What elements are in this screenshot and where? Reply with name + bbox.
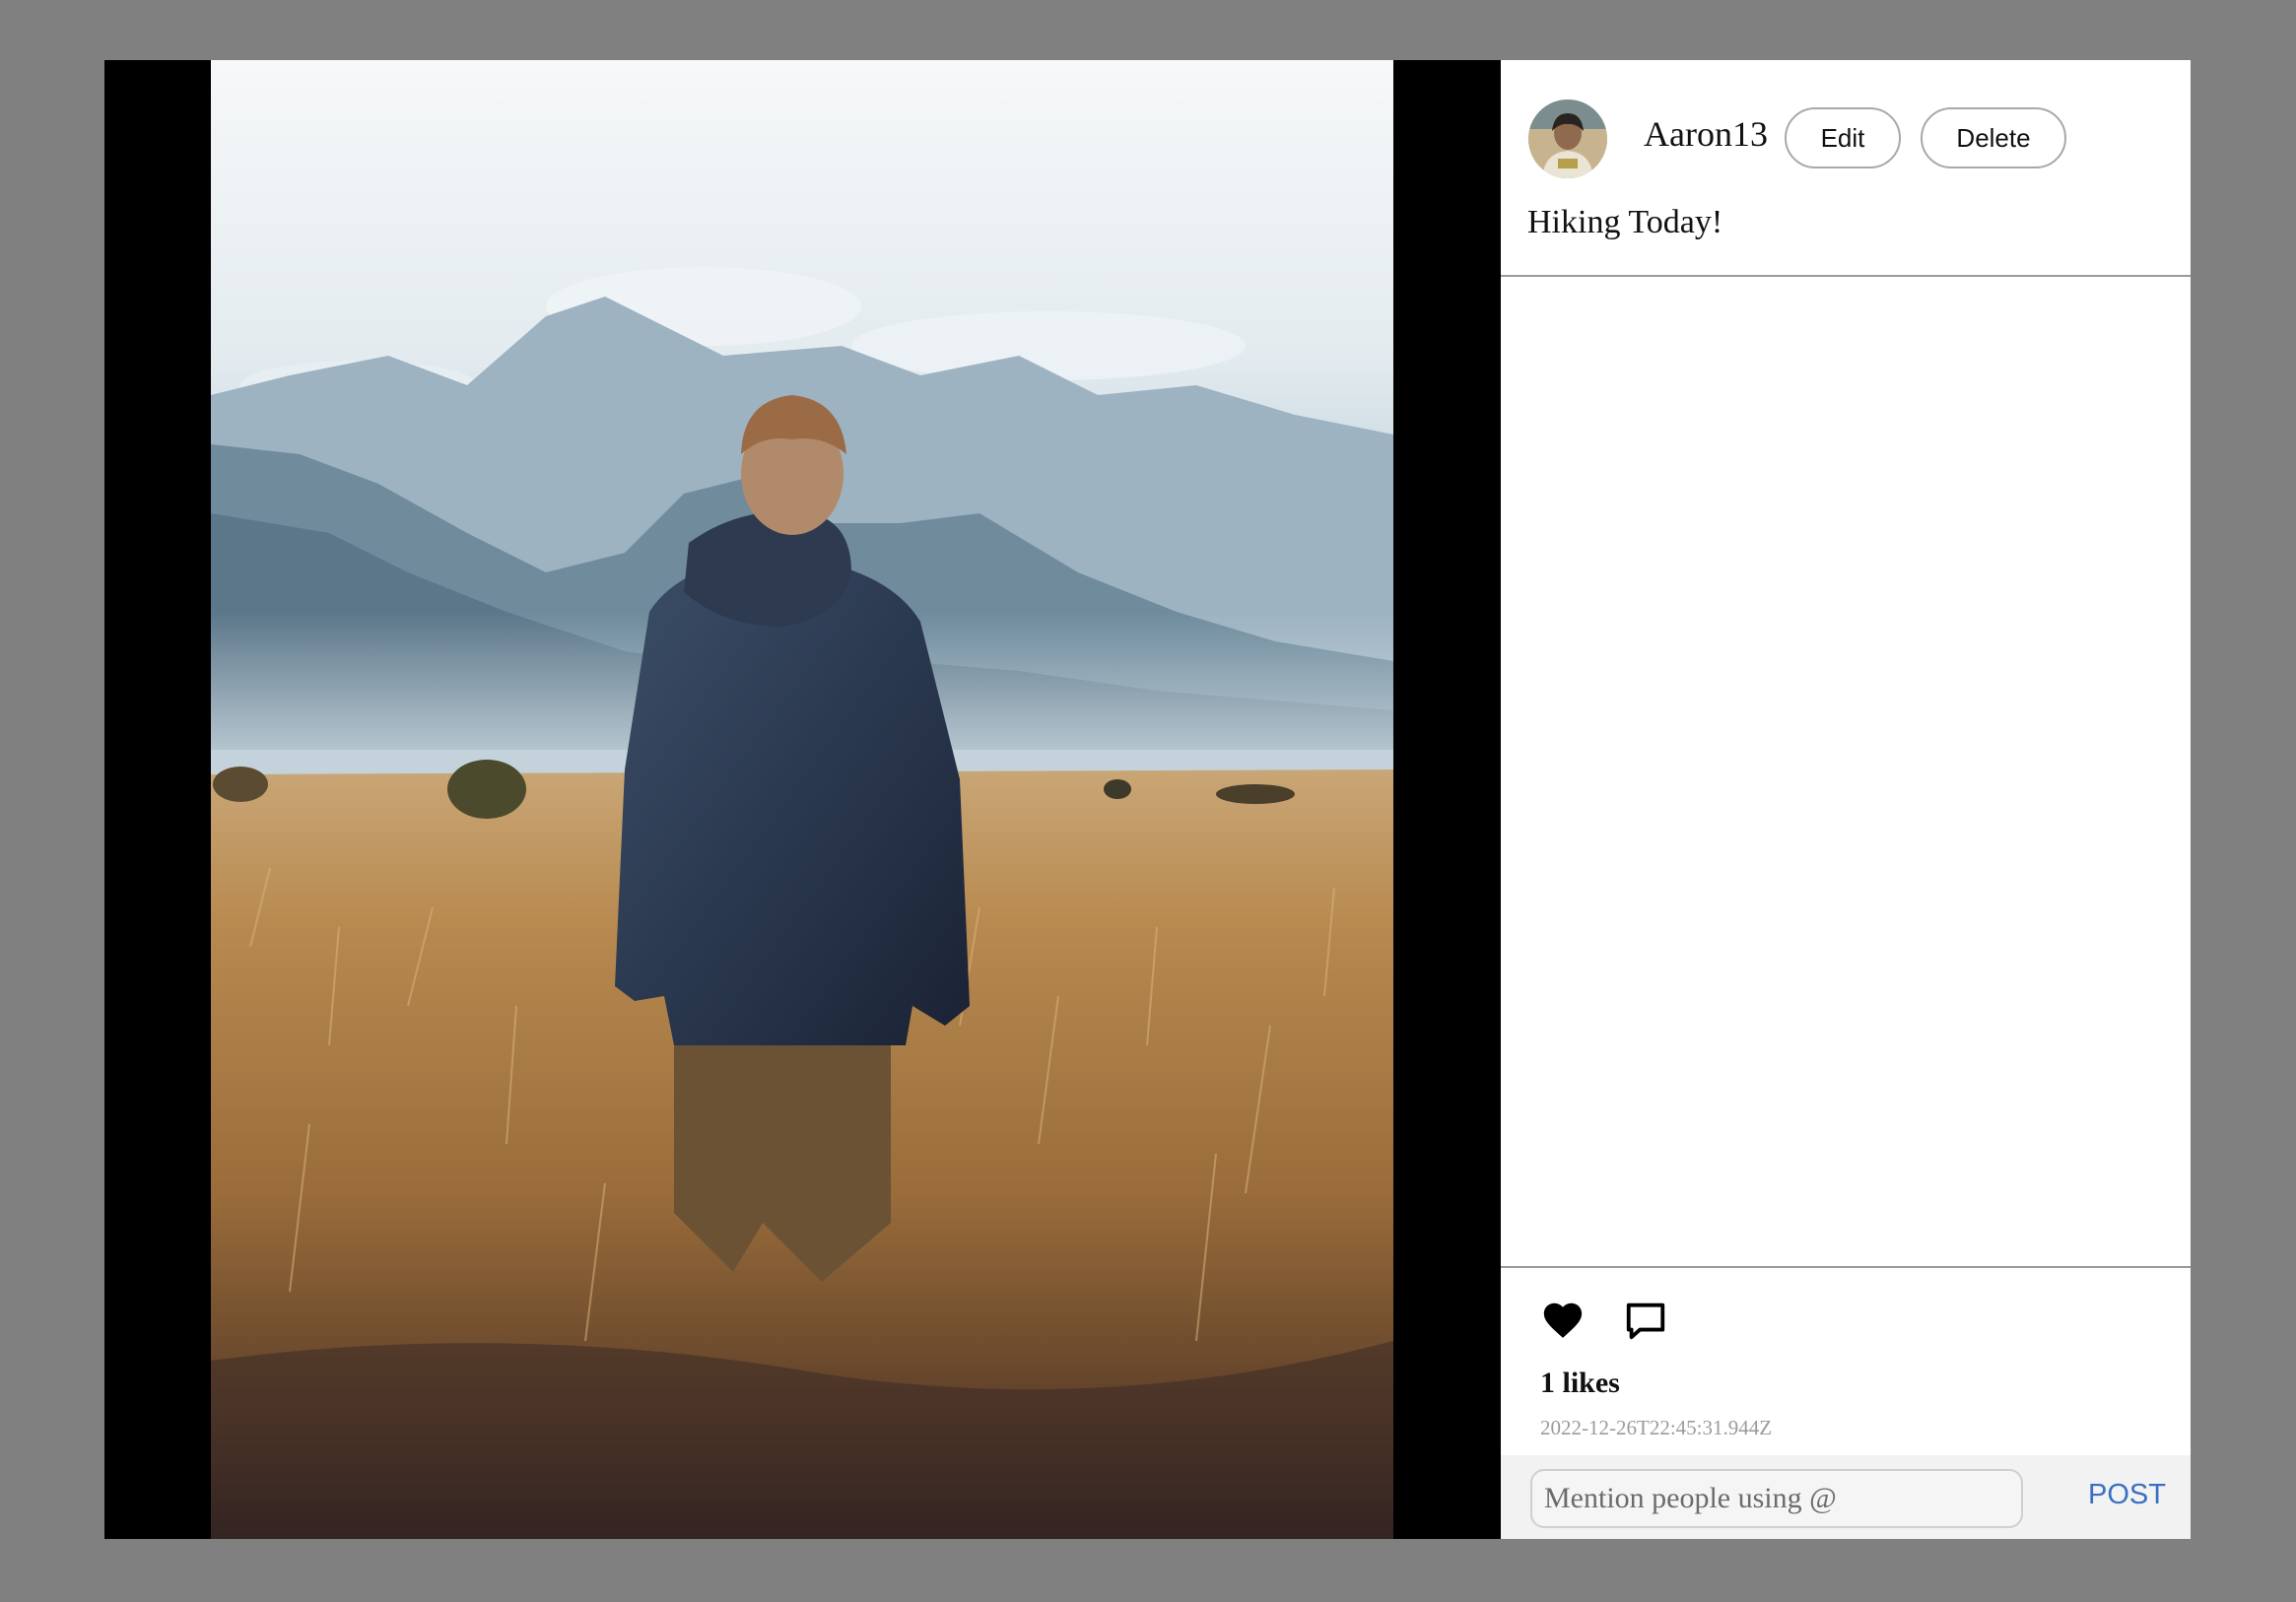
post-modal: Aaron13 Edit Delete Hiking Today! 1 like… bbox=[104, 60, 2191, 1539]
post-header: Aaron13 Edit Delete Hiking Today! bbox=[1501, 60, 2191, 277]
post-details-panel: Aaron13 Edit Delete Hiking Today! 1 like… bbox=[1501, 60, 2191, 1539]
avatar-image bbox=[1528, 100, 1607, 178]
post-username[interactable]: Aaron13 bbox=[1644, 113, 1768, 155]
post-caption: Hiking Today! bbox=[1527, 204, 1723, 240]
avatar[interactable] bbox=[1528, 100, 1607, 178]
post-photo bbox=[211, 60, 1393, 1539]
post-media bbox=[104, 60, 1501, 1539]
comment-bar: POST bbox=[1501, 1455, 2191, 1539]
comments-list bbox=[1501, 277, 2191, 1268]
post-timestamp: 2022-12-26T22:45:31.944Z bbox=[1540, 1416, 1773, 1439]
delete-button[interactable]: Delete bbox=[1921, 107, 2066, 168]
comment-input[interactable] bbox=[1530, 1469, 2023, 1528]
comment-icon[interactable] bbox=[1623, 1298, 1668, 1343]
edit-button[interactable]: Edit bbox=[1785, 107, 1901, 168]
likes-count: 1 likes bbox=[1540, 1367, 1620, 1399]
post-comment-button[interactable]: POST bbox=[2088, 1475, 2166, 1515]
heart-icon[interactable] bbox=[1540, 1298, 1586, 1343]
post-footer: 1 likes 2022-12-26T22:45:31.944Z POST bbox=[1501, 1268, 2191, 1539]
